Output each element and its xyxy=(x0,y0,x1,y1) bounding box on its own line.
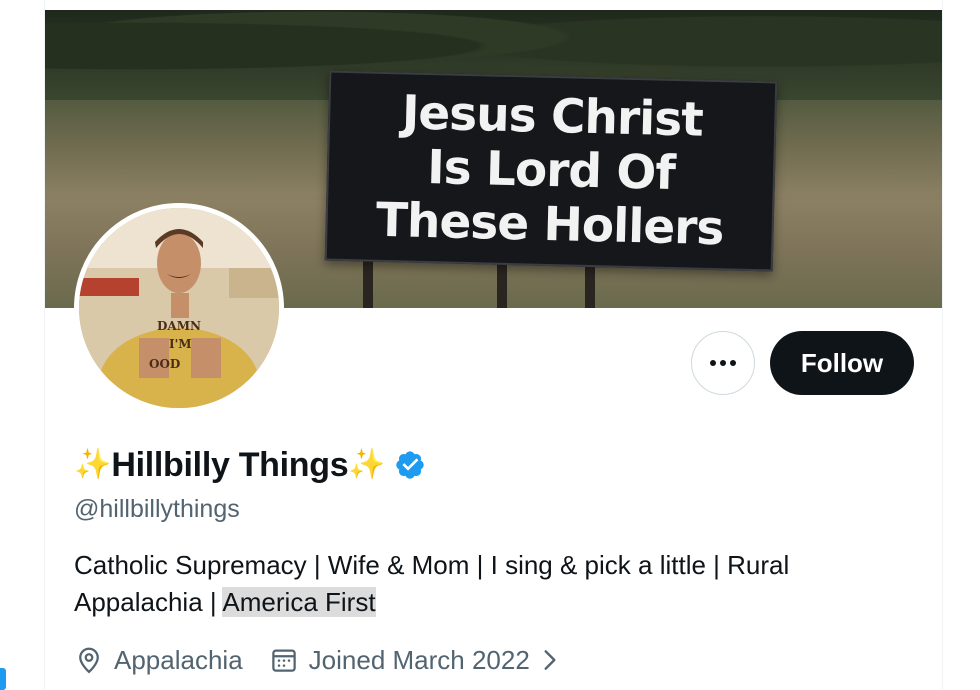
sparkles-icon: ✨ xyxy=(74,447,112,482)
profile-meta: Appalachia Joined March 2022 xyxy=(74,641,560,679)
avatar-photo: DAMN I'M OOD xyxy=(79,208,279,408)
more-dots-icon xyxy=(710,360,736,366)
more-options-button[interactable] xyxy=(691,331,755,395)
avatar[interactable]: DAMN I'M OOD xyxy=(74,203,284,413)
joined-text: Joined March 2022 xyxy=(308,644,530,675)
billboard: Jesus Christ Is Lord Of These Hollers xyxy=(324,70,778,272)
display-name-row: ✨ Hillbilly Things ✨ xyxy=(74,443,426,487)
bio-highlighted-text: America First xyxy=(222,587,376,617)
billboard-line: Is Lord Of xyxy=(426,139,676,202)
calendar-icon xyxy=(271,649,296,672)
bio-text: Catholic Supremacy | Wife & Mom | I sing… xyxy=(74,550,790,617)
billboard-line: Jesus Christ xyxy=(401,85,704,148)
shirt-text: DAMN xyxy=(157,319,201,333)
profile-handle: @hillbillythings xyxy=(74,495,240,523)
location-item: Appalachia xyxy=(74,645,243,676)
location-pin-icon xyxy=(79,647,99,674)
billboard-line: These Hollers xyxy=(375,192,725,257)
display-name: Hillbilly Things xyxy=(111,446,349,484)
profile-bio: Catholic Supremacy | Wife & Mom | I sing… xyxy=(74,547,864,621)
sparkles-icon: ✨ xyxy=(348,447,386,482)
left-edge-accent xyxy=(0,668,6,690)
location-text: Appalachia xyxy=(114,644,243,675)
shirt-text: OOD xyxy=(149,357,180,371)
verified-badge-icon[interactable] xyxy=(394,449,426,481)
chevron-right-icon[interactable] xyxy=(540,647,560,673)
follow-button[interactable]: Follow xyxy=(770,331,914,395)
joined-item[interactable]: Joined March 2022 xyxy=(269,645,560,676)
shirt-text: I'M xyxy=(169,337,192,351)
